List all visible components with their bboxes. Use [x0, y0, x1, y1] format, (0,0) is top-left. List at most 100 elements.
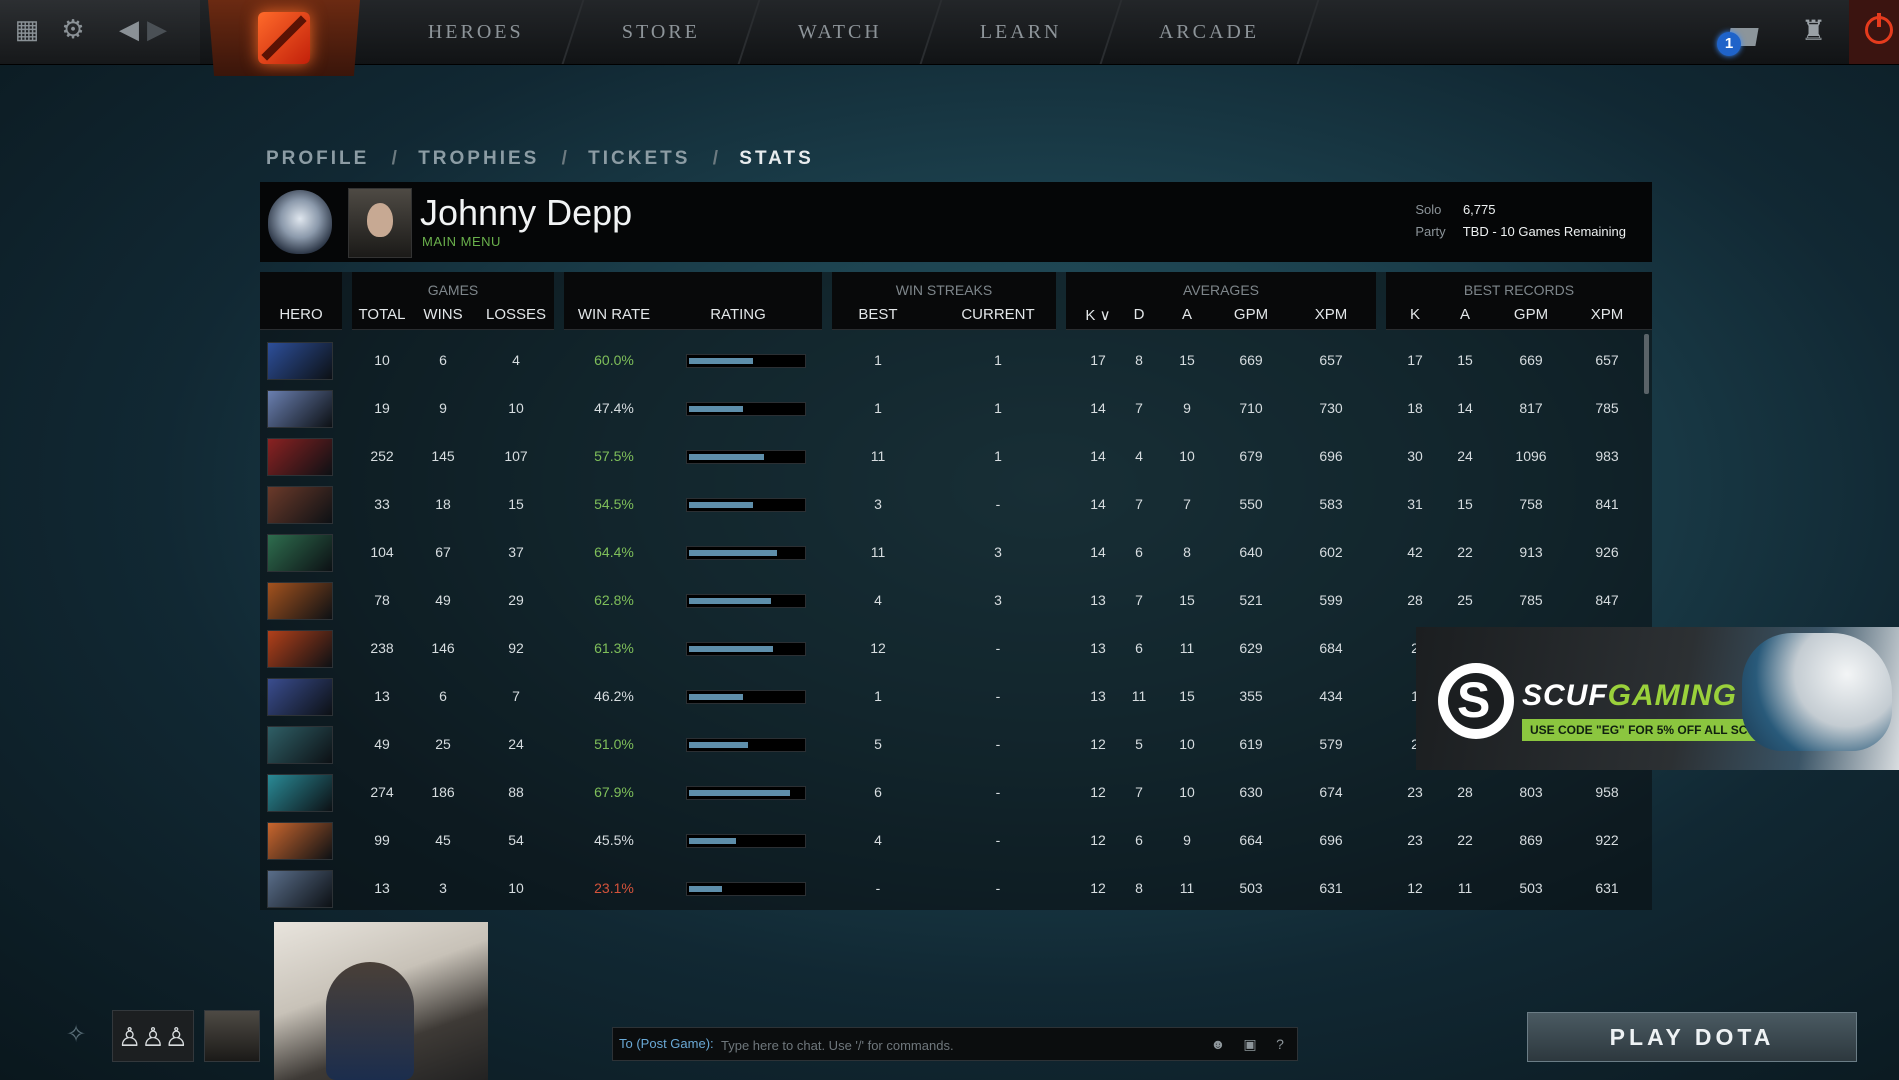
rating-bar-fill [689, 550, 777, 556]
table-row[interactable]: 78 49 29 62.8% 4 3 13 7 15 521 599 28 25 785 847 [260, 576, 1652, 624]
hero-portrait[interactable] [267, 582, 333, 620]
cell-win-rate: 51.0% [594, 736, 634, 752]
chat-expand-icon[interactable]: ▣ [1237, 1031, 1263, 1057]
nav-learn[interactable]: LEARN [921, 0, 1122, 64]
main-nav: HEROES STORE WATCH LEARN ARCADE [369, 0, 1320, 64]
hero-portrait[interactable] [267, 438, 333, 476]
cell-best-xpm: 983 [1595, 448, 1619, 464]
col-hero[interactable]: HERO [260, 306, 342, 323]
col-rating[interactable]: RATING [698, 306, 778, 323]
rating-bar-fill [689, 646, 773, 652]
nav-watch[interactable]: WATCH [739, 0, 943, 64]
col-avg-assists[interactable]: A [1172, 306, 1202, 323]
table-row[interactable]: 99 45 54 45.5% 4 - 12 6 9 664 696 23 22 869 922 [260, 816, 1652, 864]
quit-button[interactable] [1849, 0, 1899, 64]
table-scrollbar[interactable] [1644, 334, 1649, 394]
cell-best-gpm: 913 [1519, 544, 1543, 560]
cell-avg-kills: 13 [1090, 688, 1106, 704]
cell-games-losses: 54 [508, 832, 524, 848]
cell-best-gpm: 503 [1519, 880, 1543, 896]
cell-avg-gpm: 679 [1239, 448, 1263, 464]
col-best-assists[interactable]: A [1450, 306, 1480, 323]
armory-icon[interactable]: ♜ [1801, 14, 1835, 50]
ad-brand-white: SCUF [1522, 679, 1608, 712]
col-streak-current[interactable]: CURRENT [956, 306, 1040, 323]
cell-avg-gpm: 630 [1239, 784, 1263, 800]
ad-brand: SCUFGAMING [1522, 679, 1737, 713]
breadcrumb-tickets[interactable]: TICKETS [588, 148, 690, 169]
col-losses[interactable]: LOSSES [482, 306, 550, 323]
cell-best-gpm: 1096 [1515, 448, 1547, 464]
nav-store[interactable]: STORE [563, 0, 761, 64]
rank-medal-icon [268, 190, 332, 254]
dota-plus-icon[interactable]: ▦ [12, 14, 42, 44]
hero-portrait[interactable] [267, 726, 333, 764]
party-member-avatar[interactable] [204, 1010, 260, 1062]
cell-avg-deaths: 8 [1135, 352, 1143, 368]
hero-portrait[interactable] [267, 774, 333, 812]
table-row[interactable]: 10 6 4 60.0% 1 1 17 8 15 669 657 17 15 669 657 [260, 336, 1652, 384]
cell-avg-gpm: 669 [1239, 352, 1263, 368]
cell-avg-deaths: 7 [1135, 400, 1143, 416]
table-row[interactable]: 33 18 15 54.5% 3 - 14 7 7 550 583 31 15 758 841 [260, 480, 1652, 528]
emoticon-icon[interactable]: ☻ [1205, 1031, 1231, 1057]
hero-portrait[interactable] [267, 822, 333, 860]
cell-avg-deaths: 6 [1135, 544, 1143, 560]
back-arrow-icon[interactable]: ◀ [114, 14, 144, 44]
hero-portrait[interactable] [267, 630, 333, 668]
chat-input[interactable] [719, 1032, 1201, 1058]
cell-avg-xpm: 602 [1319, 544, 1343, 560]
gear-icon[interactable]: ⚙ [58, 14, 88, 44]
nav-heroes[interactable]: HEROES [369, 0, 585, 64]
breadcrumb-profile[interactable]: PROFILE [266, 148, 369, 169]
cell-avg-assists: 15 [1179, 592, 1195, 608]
cell-win-rate: 67.9% [594, 784, 634, 800]
col-wins[interactable]: WINS [416, 306, 470, 323]
profile-header: Johnny Depp MAIN MENU Solo 6,775 Party T… [260, 182, 1652, 262]
nav-arcade[interactable]: ARCADE [1100, 0, 1320, 64]
col-avg-kills[interactable]: K ∨ [1080, 306, 1116, 324]
cell-avg-deaths: 7 [1135, 592, 1143, 608]
hero-portrait[interactable] [267, 534, 333, 572]
hero-portrait[interactable] [267, 390, 333, 428]
table-row[interactable]: 274 186 88 67.9% 6 - 12 7 10 630 674 23 28 803 958 [260, 768, 1652, 816]
col-win-rate[interactable]: WIN RATE [574, 306, 654, 323]
cell-avg-xpm: 579 [1319, 736, 1343, 752]
sponsor-ad-banner: S SCUFGAMING USE CODE "EG" FOR 5% OFF AL… [1416, 627, 1899, 770]
hero-portrait[interactable] [267, 678, 333, 716]
dota-logo-button[interactable] [208, 0, 360, 76]
chat-help-button[interactable]: ? [1267, 1031, 1293, 1057]
games-group-title: GAMES [427, 282, 479, 298]
col-best-gpm[interactable]: GPM [1506, 306, 1556, 323]
avatar[interactable] [348, 188, 412, 258]
table-row[interactable]: 19 9 10 47.4% 1 1 14 7 9 710 730 18 14 817 785 [260, 384, 1652, 432]
play-dota-button[interactable]: PLAY DOTA [1527, 1012, 1857, 1062]
cell-streak-best: 3 [874, 496, 882, 512]
col-total[interactable]: TOTAL [352, 306, 412, 323]
breadcrumb-trophies[interactable]: TROPHIES [418, 148, 539, 169]
cell-games-losses: 88 [508, 784, 524, 800]
cell-streak-best: 6 [874, 784, 882, 800]
cell-win-rate: 23.1% [594, 880, 634, 896]
col-avg-gpm[interactable]: GPM [1226, 306, 1276, 323]
hero-portrait[interactable] [267, 486, 333, 524]
col-best-kills[interactable]: K [1400, 306, 1430, 323]
col-avg-deaths[interactable]: D [1124, 306, 1154, 323]
cell-avg-assists: 15 [1179, 352, 1195, 368]
col-avg-xpm[interactable]: XPM [1306, 306, 1356, 323]
party-button[interactable]: ♙♙♙ [112, 1010, 194, 1062]
table-row[interactable]: 13 3 10 23.1% - - 12 8 11 503 631 12 11 503 631 [260, 864, 1652, 912]
col-best-xpm[interactable]: XPM [1582, 306, 1632, 323]
table-row[interactable]: 252 145 107 57.5% 11 1 14 4 10 679 696 30 24 1096 983 [260, 432, 1652, 480]
breadcrumb-stats[interactable]: STATS [739, 148, 813, 169]
hero-portrait[interactable] [267, 870, 333, 908]
forward-arrow-icon[interactable]: ▶ [142, 14, 172, 44]
chat-channel-label[interactable]: To (Post Game): [619, 1028, 714, 1060]
cell-games-wins: 25 [435, 736, 451, 752]
notifications-button[interactable]: 1 [1717, 22, 1759, 56]
col-streak-best[interactable]: BEST [848, 306, 908, 323]
cell-games-total: 252 [370, 448, 394, 464]
table-row[interactable]: 104 67 37 64.4% 11 3 14 6 8 640 602 42 22 913 926 [260, 528, 1652, 576]
rating-bar [686, 642, 806, 656]
hero-portrait[interactable] [267, 342, 333, 380]
